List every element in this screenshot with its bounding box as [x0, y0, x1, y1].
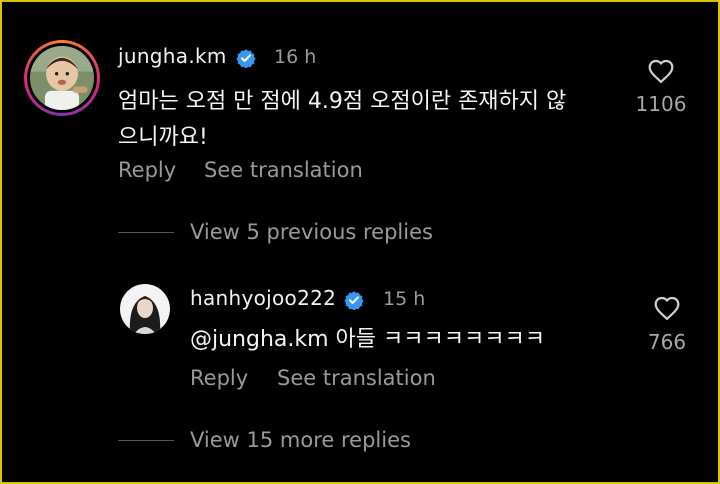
reply-time: 15 h: [383, 288, 426, 310]
view-more-replies-button[interactable]: View 15 more replies: [190, 428, 411, 452]
woman-photo-avatar-icon: [120, 284, 170, 334]
reply-button[interactable]: Reply: [190, 366, 248, 390]
see-translation-button[interactable]: See translation: [277, 366, 436, 390]
comments-panel: jungha.km 16 h 엄마는 오점 만 점에 4.9점 오점이란 존재하…: [0, 0, 720, 484]
reply-username[interactable]: hanhyojoo222: [190, 286, 336, 310]
mention-link[interactable]: @jungha.km: [190, 327, 329, 352]
thread-divider: [118, 440, 174, 441]
reply-text-body: 아들 ㅋㅋㅋㅋㅋㅋㅋㅋ: [328, 327, 545, 352]
avatar-ring[interactable]: [120, 284, 170, 334]
like-count: 766: [647, 330, 687, 354]
like-heart-icon[interactable]: [653, 295, 681, 321]
verified-badge-icon: [344, 291, 364, 310]
avatar: [120, 284, 170, 334]
reply-comment: hanhyojoo222 15 h @jungha.km 아들 ㅋㅋㅋㅋㅋㅋㅋㅋ…: [2, 2, 718, 482]
reply-text: @jungha.km 아들 ㅋㅋㅋㅋㅋㅋㅋㅋ: [190, 322, 630, 358]
